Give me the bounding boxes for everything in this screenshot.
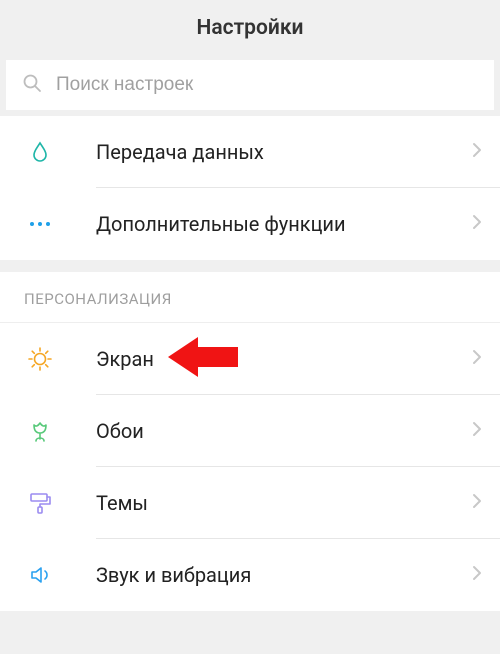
tulip-icon [24, 419, 56, 443]
dots-icon [24, 221, 56, 227]
section-header-personalization: ПЕРСОНАЛИЗАЦИЯ [0, 272, 500, 323]
list-item-label: Темы [96, 491, 472, 515]
chevron-right-icon [472, 493, 482, 513]
chevron-right-icon [472, 565, 482, 585]
search-input[interactable] [56, 74, 478, 96]
search-container [0, 56, 500, 116]
page-title: Настройки [197, 16, 304, 40]
list-item-screen[interactable]: Экран [0, 323, 500, 395]
top-list: Передача данных Дополнительные функции [0, 116, 500, 260]
header: Настройки [0, 0, 500, 56]
paint-roller-icon [24, 491, 56, 515]
sun-icon [24, 346, 56, 372]
speaker-icon [24, 563, 56, 587]
list-item-label: Звук и вибрация [96, 563, 472, 587]
chevron-right-icon [472, 142, 482, 162]
list-item-label: Передача данных [96, 140, 472, 164]
section-gap [0, 260, 500, 272]
list-item-sound[interactable]: Звук и вибрация [0, 539, 500, 611]
personalization-list: Экран Обои Темы [0, 323, 500, 611]
list-item-more-functions[interactable]: Дополнительные функции [0, 188, 500, 260]
chevron-right-icon [472, 214, 482, 234]
list-item-label: Экран [96, 347, 472, 371]
search-bar[interactable] [6, 60, 494, 110]
water-drop-icon [24, 140, 56, 164]
list-item-data-transfer[interactable]: Передача данных [0, 116, 500, 188]
list-item-themes[interactable]: Темы [0, 467, 500, 539]
chevron-right-icon [472, 349, 482, 369]
list-item-label: Дополнительные функции [96, 212, 472, 236]
chevron-right-icon [472, 421, 482, 441]
list-item-wallpaper[interactable]: Обои [0, 395, 500, 467]
list-item-label: Обои [96, 419, 472, 443]
search-icon [22, 73, 42, 97]
